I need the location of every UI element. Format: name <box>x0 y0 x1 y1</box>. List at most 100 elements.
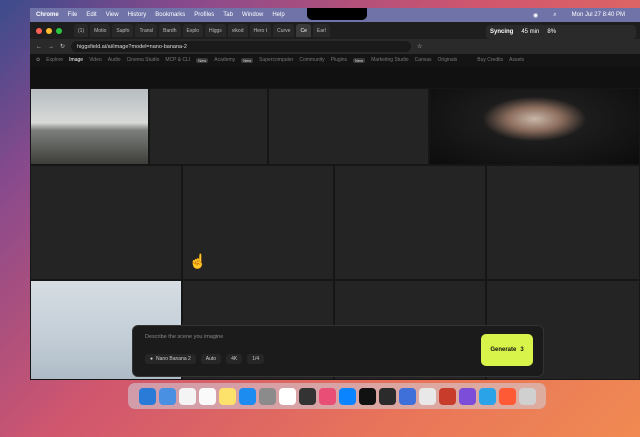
notion-icon[interactable] <box>298 387 316 405</box>
nav-audio[interactable]: Audio <box>108 57 121 63</box>
menu-profiles[interactable]: Profiles <box>194 12 214 18</box>
reload-icon[interactable]: ↻ <box>60 43 65 50</box>
menu-help[interactable]: Help <box>272 12 284 18</box>
quality-selector[interactable]: 4K <box>226 354 243 364</box>
tab-9[interactable]: Hero t <box>249 24 272 37</box>
image-tile-3[interactable] <box>30 165 182 280</box>
close-button[interactable] <box>36 27 42 34</box>
tab-3[interactable]: Sapfo <box>112 24 134 37</box>
tab-12[interactable]: Earl <box>312 24 330 37</box>
menu-app-name[interactable]: Chrome <box>36 12 59 18</box>
calendar-icon[interactable] <box>178 387 196 405</box>
tab-4[interactable]: Transl <box>135 24 158 37</box>
sync-percent: 8% <box>547 29 557 35</box>
generate-label: Generate <box>490 347 517 353</box>
tab-5[interactable]: Bardh <box>159 24 181 37</box>
sync-time: 45 min <box>521 29 540 35</box>
site-nav: ✿ Explore Image Video Audio Cinema Studi… <box>30 54 640 66</box>
sync-label: Syncing <box>490 29 514 35</box>
app2-icon[interactable] <box>338 387 356 405</box>
image-tile-5[interactable] <box>334 165 486 280</box>
count-stepper[interactable]: 1/4 <box>247 354 265 364</box>
clock-text[interactable]: Mon Jul 27 8:40 PM <box>572 12 625 18</box>
address-bar[interactable]: higgsfield.ai/ai/image?model=nano-banana… <box>71 41 412 52</box>
chrome-icon[interactable] <box>418 387 436 405</box>
sync-status-widget: Syncing 45 min 8% <box>486 25 636 39</box>
wifi-icon[interactable]: ◉ <box>533 12 538 19</box>
menu-view[interactable]: View <box>106 12 119 18</box>
tab-2[interactable]: Motio <box>90 24 111 37</box>
image-tile-portrait[interactable] <box>429 88 640 165</box>
image-tile-6[interactable] <box>486 165 640 280</box>
new-badge-plugins: New <box>353 57 366 63</box>
menu-edit[interactable]: Edit <box>86 12 96 18</box>
settings-icon[interactable] <box>258 387 276 405</box>
back-icon[interactable]: ← <box>36 44 42 50</box>
menubar-status: ◉ ⌕ Mon Jul 27 8:40 PM <box>533 8 634 22</box>
app7-icon[interactable] <box>498 387 516 405</box>
menu-history[interactable]: History <box>128 12 147 18</box>
finder-icon[interactable] <box>138 387 156 405</box>
nav-explore[interactable]: Explore <box>46 57 63 63</box>
model-selector[interactable]: ● Nano Banana 2 <box>145 354 196 364</box>
tab-10[interactable]: Curve <box>273 24 295 37</box>
aspect-selector[interactable]: Auto <box>200 354 222 364</box>
tab-1[interactable]: (1) <box>74 24 89 37</box>
menu-bookmarks[interactable]: Bookmarks <box>155 12 185 18</box>
menu-tab[interactable]: Tab <box>223 12 233 18</box>
logo-icon[interactable]: ✿ <box>36 57 40 63</box>
assets-link[interactable]: Assets <box>509 57 524 63</box>
nav-canvas[interactable]: Canvas <box>415 57 432 63</box>
app5-icon[interactable] <box>438 387 456 405</box>
nav-cinema[interactable]: Cinema Studio <box>127 57 160 63</box>
app6-icon[interactable] <box>458 387 476 405</box>
toolbar: ← → ↻ higgsfield.ai/ai/image?model=nano-… <box>30 39 640 54</box>
capcut-icon[interactable] <box>358 387 376 405</box>
safari-icon[interactable] <box>158 387 176 405</box>
nav-originals[interactable]: Originals <box>438 57 458 63</box>
new-badge-academy: New <box>241 57 254 63</box>
menu-file[interactable]: File <box>68 12 78 18</box>
notes-icon[interactable] <box>218 387 236 405</box>
credits-count: 3 <box>520 347 524 353</box>
appstore-icon[interactable] <box>238 387 256 405</box>
tab-strip: (1) Motio Sapfo Transl Bardh Explo Higgs… <box>30 22 640 39</box>
app3-icon[interactable] <box>378 387 396 405</box>
new-badge: New <box>196 57 209 63</box>
url-text: higgsfield.ai/ai/image?model=nano-banana… <box>77 43 187 50</box>
tab-7[interactable]: Higgs <box>205 24 226 37</box>
banana-icon: ● <box>150 356 154 362</box>
buy-credits-link[interactable]: Buy Credits <box>477 57 503 63</box>
star-icon[interactable]: ☆ <box>417 43 422 50</box>
app-icon[interactable] <box>278 387 296 405</box>
prompt-panel: Describe the scene you imagine ● Nano Ban… <box>132 325 544 377</box>
menu-window[interactable]: Window <box>242 12 263 18</box>
image-tile-blank-1[interactable] <box>149 88 268 165</box>
mac-dock <box>128 383 546 409</box>
nav-academy[interactable]: Academy <box>214 57 235 63</box>
options-row: ● Nano Banana 2 Auto 4K 1/4 <box>145 354 265 364</box>
image-tile-blank-2[interactable] <box>268 88 429 165</box>
image-tile-interior[interactable] <box>30 88 149 165</box>
forward-icon[interactable]: → <box>48 44 54 50</box>
app4-icon[interactable] <box>398 387 416 405</box>
tab-8[interactable]: vikod <box>227 24 248 37</box>
nav-supercomputer[interactable]: Supercomputer <box>259 57 293 63</box>
generate-button[interactable]: Generate 3 <box>481 334 533 366</box>
minimize-button[interactable] <box>46 27 52 34</box>
telegram-icon[interactable] <box>478 387 496 405</box>
nav-community[interactable]: Community <box>299 57 324 63</box>
tab-6[interactable]: Explo <box>182 24 204 37</box>
reminders-icon[interactable] <box>198 387 216 405</box>
trash-icon[interactable] <box>518 387 536 405</box>
zoom-button[interactable] <box>56 27 62 34</box>
prompt-input[interactable]: Describe the scene you imagine <box>145 334 223 340</box>
nav-marketing[interactable]: Marketing Studio <box>371 57 409 63</box>
nav-plugins[interactable]: Plugins <box>331 57 347 63</box>
figma-icon[interactable] <box>318 387 336 405</box>
nav-image[interactable]: Image <box>69 57 83 63</box>
nav-video[interactable]: Video <box>89 57 102 63</box>
tab-active[interactable]: Ce <box>296 24 311 37</box>
nav-mcp[interactable]: MCP & CLI <box>165 57 190 63</box>
search-icon[interactable]: ⌕ <box>553 12 556 19</box>
